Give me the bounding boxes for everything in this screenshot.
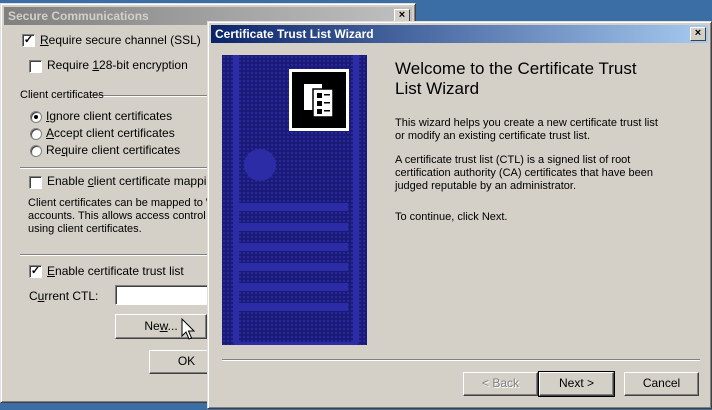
dialog-title: Secure Communications bbox=[8, 9, 149, 23]
client-certificates-group-label: Client certificates bbox=[20, 89, 104, 101]
wizard-heading: Welcome to the Certificate Trust List Wi… bbox=[395, 59, 637, 99]
current-ctl-field[interactable] bbox=[115, 285, 215, 305]
certificate-mapping-checkbox[interactable] bbox=[29, 176, 42, 189]
mapping-divider bbox=[20, 167, 210, 168]
enable-ctl-checkbox[interactable]: ✓ bbox=[29, 265, 42, 278]
require-128bit-checkbox[interactable] bbox=[29, 60, 42, 73]
ctl-wizard-dialog: Certificate Trust List Wizard × Welcome … bbox=[207, 21, 712, 409]
wizard-title: Certificate Trust List Wizard bbox=[215, 27, 374, 41]
client-certificates-divider bbox=[91, 95, 211, 96]
wizard-titlebar[interactable]: Certificate Trust List Wizard × bbox=[211, 25, 708, 43]
current-ctl-label: Current CTL: bbox=[29, 289, 99, 303]
ctl-divider bbox=[20, 254, 210, 255]
require-certificates-radio[interactable] bbox=[30, 145, 42, 157]
ignore-certificates-radio[interactable] bbox=[30, 111, 42, 123]
mapping-description-line-1: Client certificates can be mapped to W bbox=[28, 197, 217, 209]
wizard-heading-line-2: List Wizard bbox=[395, 79, 480, 98]
mapping-description-line-2: accounts. This allows access control bbox=[28, 210, 206, 222]
cancel-button[interactable]: Cancel bbox=[624, 372, 699, 396]
back-button[interactable]: < Back bbox=[463, 372, 538, 396]
mapping-description-line-3: using client certificates. bbox=[28, 223, 142, 235]
wizard-ctl-definition-text: A certificate trust list (CTL) is a sign… bbox=[395, 154, 654, 192]
wizard-continue-text: To continue, click Next. bbox=[395, 211, 508, 223]
require-ssl-checkbox[interactable]: ✓ bbox=[22, 34, 35, 47]
accept-certificates-label: Accept client certificates bbox=[46, 126, 175, 140]
next-button[interactable]: Next > bbox=[538, 371, 615, 397]
certificate-icon bbox=[289, 69, 349, 131]
require-certificates-label: Require client certificates bbox=[46, 143, 181, 157]
mouse-pointer-icon bbox=[181, 318, 196, 340]
close-icon[interactable]: × bbox=[690, 27, 706, 41]
ignore-certificates-label: Ignore client certificates bbox=[46, 109, 173, 123]
wizard-intro-text: This wizard helps you create a new certi… bbox=[395, 117, 658, 142]
wizard-heading-line-1: Welcome to the Certificate Trust bbox=[395, 59, 637, 78]
require-ssl-label: Require secure channel (SSL) bbox=[40, 33, 201, 47]
wizard-banner-image bbox=[222, 55, 367, 345]
require-128bit-label: Require 128-bit encryption bbox=[47, 58, 188, 72]
enable-ctl-label: Enable certificate trust list bbox=[47, 264, 184, 278]
wizard-button-divider bbox=[222, 359, 700, 360]
certificate-mapping-label: Enable client certificate mapping bbox=[47, 174, 220, 188]
accept-certificates-radio[interactable] bbox=[30, 128, 42, 140]
